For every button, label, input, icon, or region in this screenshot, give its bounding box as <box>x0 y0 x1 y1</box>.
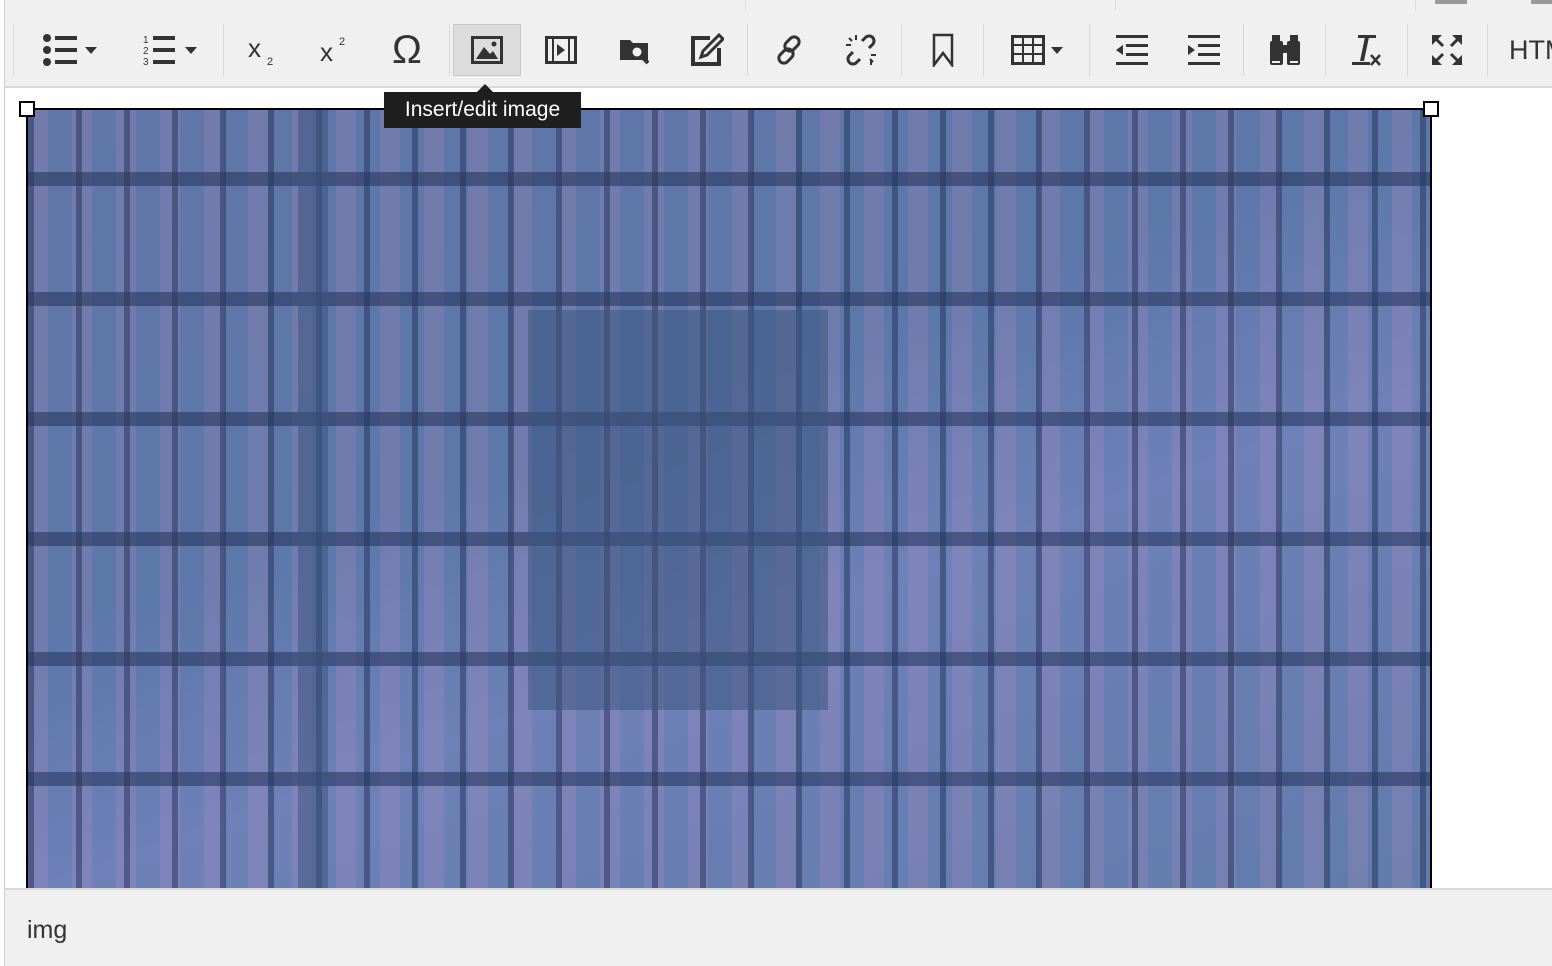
html-label: HTML <box>1509 34 1552 65</box>
table-button[interactable] <box>999 24 1075 76</box>
chevron-down-icon <box>1051 46 1063 54</box>
html-source-button[interactable]: HTML <box>1509 24 1552 76</box>
unlink-icon <box>846 34 876 66</box>
folder-search-icon <box>620 40 650 65</box>
clear-formatting-button[interactable] <box>1339 24 1395 76</box>
divider <box>1325 24 1326 76</box>
link-button[interactable] <box>761 24 817 76</box>
svg-text:x: x <box>248 33 261 63</box>
insert-media-button[interactable] <box>533 24 589 76</box>
link-icon <box>777 35 801 65</box>
svg-text:1: 1 <box>143 35 149 46</box>
numbered-list-button[interactable]: 123 <box>129 24 211 76</box>
outdent-icon <box>1116 35 1148 65</box>
divider <box>1243 24 1244 76</box>
image-icon <box>471 36 503 64</box>
image-shade <box>298 110 328 888</box>
divider <box>449 24 450 76</box>
divider <box>901 24 902 76</box>
bookmark-icon <box>932 33 954 67</box>
toolbar: 123 x2 x2 Ω HT <box>5 14 1552 88</box>
statusbar: img <box>5 888 1552 966</box>
superscript-button[interactable]: x2 <box>307 24 363 76</box>
indent-icon <box>1188 35 1220 65</box>
bullet-list-button[interactable] <box>29 24 111 76</box>
numbered-list-icon: 123 <box>143 35 175 66</box>
resize-handle-top-left[interactable] <box>19 101 35 117</box>
omega-icon: Ω <box>392 27 422 72</box>
divider <box>13 24 14 76</box>
editor-content[interactable] <box>5 90 1552 888</box>
unlink-button[interactable] <box>833 24 889 76</box>
film-icon <box>545 36 577 64</box>
binoculars-icon <box>1270 35 1300 65</box>
divider <box>747 24 748 76</box>
divider <box>1407 24 1408 76</box>
svg-text:2: 2 <box>267 56 273 67</box>
table-icon <box>1011 35 1045 65</box>
insert-image-button[interactable] <box>453 24 521 76</box>
resize-handle-top-right[interactable] <box>1423 101 1439 117</box>
find-replace-button[interactable] <box>1257 24 1313 76</box>
svg-text:2: 2 <box>143 46 149 57</box>
edit-button[interactable] <box>679 24 735 76</box>
menu-item-partial[interactable] <box>1435 0 1467 4</box>
svg-text:x: x <box>320 37 333 67</box>
editor: 123 x2 x2 Ω HT img <box>4 0 1552 966</box>
element-path[interactable]: img <box>27 916 67 945</box>
bullet-list-icon <box>43 34 77 66</box>
selected-image[interactable] <box>26 108 1432 888</box>
menu-item-partial[interactable] <box>1531 0 1552 4</box>
svg-text:2: 2 <box>339 36 345 48</box>
clear-format-icon <box>1352 35 1381 66</box>
file-browser-button[interactable] <box>607 24 663 76</box>
divider <box>223 24 224 76</box>
indent-button[interactable] <box>1175 24 1231 76</box>
fullscreen-button[interactable] <box>1419 24 1475 76</box>
tooltip: Insert/edit image <box>384 84 581 128</box>
image-shade <box>528 310 828 710</box>
svg-text:3: 3 <box>143 57 149 66</box>
menu-row-partial <box>5 0 1552 14</box>
chevron-down-icon <box>185 46 197 54</box>
divider <box>1089 24 1090 76</box>
divider <box>1415 0 1416 10</box>
superscript-icon: x2 <box>320 36 345 67</box>
anchor-button[interactable] <box>915 24 971 76</box>
divider <box>983 24 984 76</box>
special-character-button[interactable]: Ω <box>379 24 435 76</box>
divider <box>1115 0 1116 10</box>
chevron-down-icon <box>85 46 97 54</box>
tooltip-text: Insert/edit image <box>384 92 581 128</box>
divider <box>745 0 746 10</box>
tooltip-arrow <box>477 84 493 92</box>
edit-icon <box>691 33 724 66</box>
fullscreen-icon <box>1432 35 1462 65</box>
divider <box>1487 24 1488 76</box>
subscript-button[interactable]: x2 <box>235 24 291 76</box>
subscript-icon: x2 <box>248 33 273 67</box>
outdent-button[interactable] <box>1103 24 1159 76</box>
